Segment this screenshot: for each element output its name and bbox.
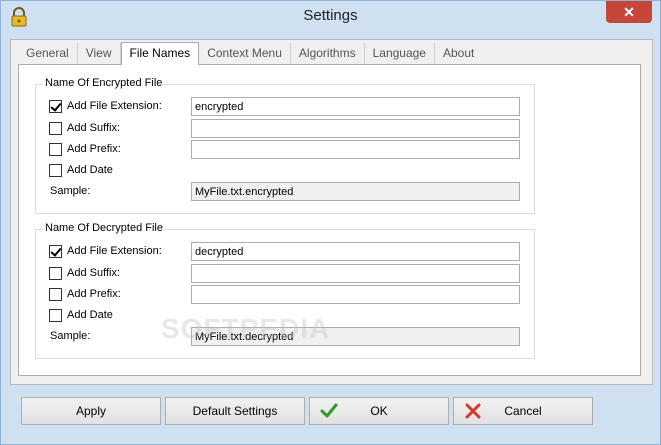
checkbox-label: Add Prefix: — [67, 143, 121, 155]
prefix-input[interactable] — [191, 285, 520, 304]
suffix-input[interactable] — [191, 119, 520, 138]
close-button[interactable]: ✕ — [606, 1, 652, 23]
settings-window: Settings ✕ General View File Names Conte… — [0, 0, 661, 445]
sample-label: Sample: — [50, 185, 91, 197]
checkbox-label: Add Date — [67, 309, 113, 321]
checkmark-icon — [320, 403, 338, 418]
encrypted-file-group: Name Of Encrypted File Add File Extensio… — [35, 77, 535, 214]
tab-view[interactable]: View — [78, 43, 121, 64]
ok-button-label: OK — [370, 404, 388, 418]
checkbox-icon[interactable] — [49, 121, 62, 135]
window-title: Settings — [303, 7, 358, 24]
add-extension-checkbox[interactable]: Add File Extension: — [49, 97, 162, 115]
add-extension-checkbox[interactable]: Add File Extension: — [49, 242, 162, 260]
checkbox-label: Add File Extension: — [67, 100, 162, 112]
tab-general[interactable]: General — [18, 43, 78, 64]
tab-algorithms[interactable]: Algorithms — [291, 43, 365, 64]
close-icon: ✕ — [623, 3, 635, 20]
title-bar[interactable]: Settings ✕ — [1, 1, 660, 31]
add-suffix-checkbox[interactable]: Add Suffix: — [49, 119, 120, 137]
add-prefix-checkbox[interactable]: Add Prefix: — [49, 140, 121, 158]
group-title: Name Of Encrypted File — [43, 77, 165, 89]
checkbox-icon[interactable] — [49, 244, 62, 258]
add-suffix-checkbox[interactable]: Add Suffix: — [49, 264, 120, 282]
tab-strip: General View File Names Context Menu Alg… — [18, 42, 482, 65]
cancel-button[interactable]: Cancel — [453, 397, 593, 425]
tab-file-names[interactable]: File Names — [120, 42, 200, 65]
extension-input[interactable]: encrypted — [191, 97, 520, 116]
apply-button-label: Apply — [75, 404, 107, 418]
checkbox-label: Add Prefix: — [67, 288, 121, 300]
sample-output: MyFile.txt.encrypted — [191, 182, 520, 201]
tab-context-menu[interactable]: Context Menu — [199, 43, 291, 64]
add-prefix-checkbox[interactable]: Add Prefix: — [49, 285, 121, 303]
cancel-button-label: Cancel — [504, 404, 542, 418]
tab-language[interactable]: Language — [365, 43, 435, 64]
group-title: Name Of Decrypted File — [43, 222, 165, 234]
add-date-checkbox[interactable]: Add Date — [49, 306, 113, 324]
prefix-input[interactable] — [191, 140, 520, 159]
checkbox-icon[interactable] — [49, 287, 62, 301]
add-date-checkbox[interactable]: Add Date — [49, 161, 113, 179]
checkbox-label: Add File Extension: — [67, 245, 162, 257]
default-settings-button[interactable]: Default Settings — [165, 397, 305, 425]
extension-input[interactable]: decrypted — [191, 242, 520, 261]
sample-label: Sample: — [50, 330, 91, 342]
watermark-logo: SOFTPEDIA — [161, 313, 331, 344]
apply-button[interactable]: Apply — [21, 397, 161, 425]
checkbox-icon[interactable] — [49, 99, 62, 113]
cancel-x-icon — [465, 403, 481, 419]
checkbox-icon[interactable] — [49, 308, 62, 322]
suffix-input[interactable] — [191, 264, 520, 283]
default-settings-label: Default Settings — [192, 404, 278, 418]
tab-about[interactable]: About — [435, 43, 482, 64]
checkbox-label: Add Date — [67, 164, 113, 176]
checkbox-icon[interactable] — [49, 163, 62, 177]
checkbox-label: Add Suffix: — [67, 122, 120, 134]
ok-button[interactable]: OK — [309, 397, 449, 425]
checkbox-icon[interactable] — [49, 266, 62, 280]
checkbox-icon[interactable] — [49, 142, 62, 156]
checkbox-label: Add Suffix: — [67, 267, 120, 279]
